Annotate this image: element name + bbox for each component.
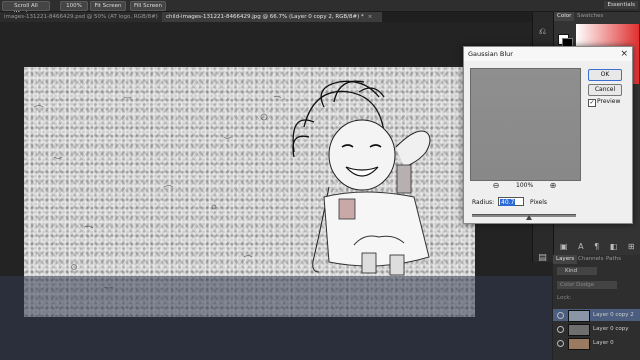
zoom-in-icon[interactable]: ⊕ <box>548 181 558 191</box>
close-icon[interactable]: × <box>620 47 628 61</box>
layer-name: Layer 0 copy <box>593 326 629 332</box>
properties-icon[interactable]: ▤ <box>536 252 549 265</box>
tab-label: child-images-131221-8466429.jpg @ 66.7% … <box>166 14 364 20</box>
blur-preview-area[interactable] <box>470 68 581 181</box>
close-icon[interactable]: × <box>368 14 373 20</box>
layer-thumbnail <box>568 338 590 350</box>
tab-label: images-131221-8466429.psd @ 50% (AT logo… <box>4 14 158 20</box>
options-bar: Scroll All Windows 100% Fit Screen Fill … <box>0 0 640 17</box>
radius-slider-thumb[interactable] <box>526 215 532 220</box>
fit-screen-button[interactable]: Fit Screen <box>90 1 126 11</box>
radius-slider-track[interactable] <box>472 214 576 217</box>
blend-mode-select[interactable]: Color Dodge <box>557 281 617 289</box>
layer-filter-kind[interactable]: Kind <box>557 267 597 275</box>
document-tab-bar: images-131221-8466429.psd @ 50% (AT logo… <box>0 12 552 22</box>
layers-panel: Layers Channels Paths Kind Color Dodge L… <box>553 255 640 360</box>
tab-color[interactable]: Color <box>554 12 575 21</box>
bottom-overlay-band <box>0 276 552 360</box>
zoom-level: 100% <box>516 182 534 189</box>
radius-value: 40.7 <box>500 199 516 206</box>
visibility-eye-icon[interactable] <box>557 326 564 333</box>
zoom-100-button[interactable]: 100% <box>60 1 88 11</box>
scroll-all-windows-button[interactable]: Scroll All Windows <box>2 1 50 17</box>
cancel-button[interactable]: Cancel <box>588 84 622 96</box>
layer-thumbnail <box>568 310 590 322</box>
layer-row[interactable]: Layer 0 copy <box>553 323 640 336</box>
tab-paths[interactable]: Paths <box>603 255 624 264</box>
visibility-eye-icon[interactable] <box>557 312 564 319</box>
radius-unit: Pixels <box>530 199 548 206</box>
radius-label: Radius: <box>472 199 495 206</box>
tab-swatches[interactable]: Swatches <box>574 12 606 21</box>
zoom-out-icon[interactable]: ⊖ <box>491 181 501 191</box>
layer-name: Layer 0 <box>593 340 614 346</box>
workspace-switcher[interactable]: Essentials <box>604 1 638 9</box>
dialog-title: Gaussian Blur <box>464 47 632 61</box>
visibility-eye-icon[interactable] <box>557 340 564 347</box>
tab-psd-document[interactable]: images-131221-8466429.psd @ 50% (AT logo… <box>0 12 168 22</box>
preview-label: Preview <box>597 98 621 105</box>
tab-channels[interactable]: Channels <box>575 255 606 264</box>
radius-input[interactable]: 40.7 <box>498 197 524 206</box>
layer-row[interactable]: Layer 0 copy 2 <box>553 309 640 322</box>
lock-label: Lock: <box>557 295 572 301</box>
tab-layers[interactable]: Layers <box>553 255 578 264</box>
adjustment-icons[interactable]: ▣ A ¶ ◧ ⊞ <box>560 242 639 251</box>
fill-screen-button[interactable]: Fill Screen <box>130 1 166 11</box>
history-icon[interactable]: ⎌ <box>536 26 549 39</box>
ok-button[interactable]: OK <box>588 69 622 81</box>
layer-thumbnail <box>568 324 590 336</box>
preview-checkbox[interactable]: ✓ <box>588 99 596 107</box>
layer-row[interactable]: Layer 0 <box>553 337 640 350</box>
layer-name: Layer 0 copy 2 <box>593 312 634 318</box>
tab-jpg-document[interactable]: child-images-131221-8466429.jpg @ 66.7% … <box>162 12 382 22</box>
gaussian-blur-dialog: Gaussian Blur × OK Cancel ✓ Preview ⊖ 10… <box>463 46 633 224</box>
